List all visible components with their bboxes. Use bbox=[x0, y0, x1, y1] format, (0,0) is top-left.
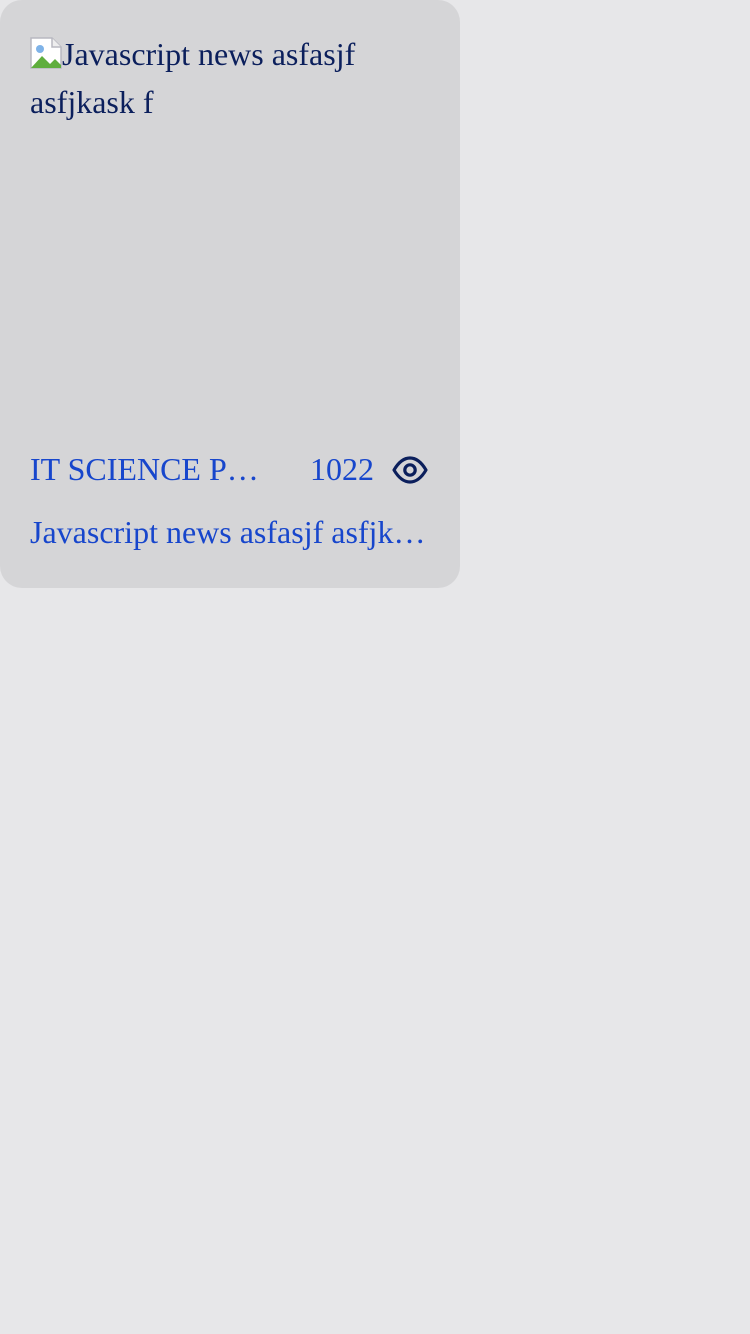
news-card[interactable]: Javascript news asfasjf asfjkask f IT SC… bbox=[0, 0, 460, 588]
views-count: 1022 bbox=[310, 451, 374, 487]
card-meta-row: IT SCIENCE P… 1022 bbox=[30, 446, 430, 492]
category-label[interactable]: IT SCIENCE P… bbox=[30, 446, 262, 492]
thumbnail-alt-text: Javascript news asfasjf asfjkask f bbox=[30, 36, 356, 120]
eye-icon bbox=[392, 456, 428, 484]
news-thumbnail[interactable]: Javascript news asfasjf asfjkask f bbox=[30, 30, 430, 410]
news-title[interactable]: Javascript news asfasjf asfjk… bbox=[30, 509, 430, 555]
broken-image-icon bbox=[30, 37, 62, 69]
